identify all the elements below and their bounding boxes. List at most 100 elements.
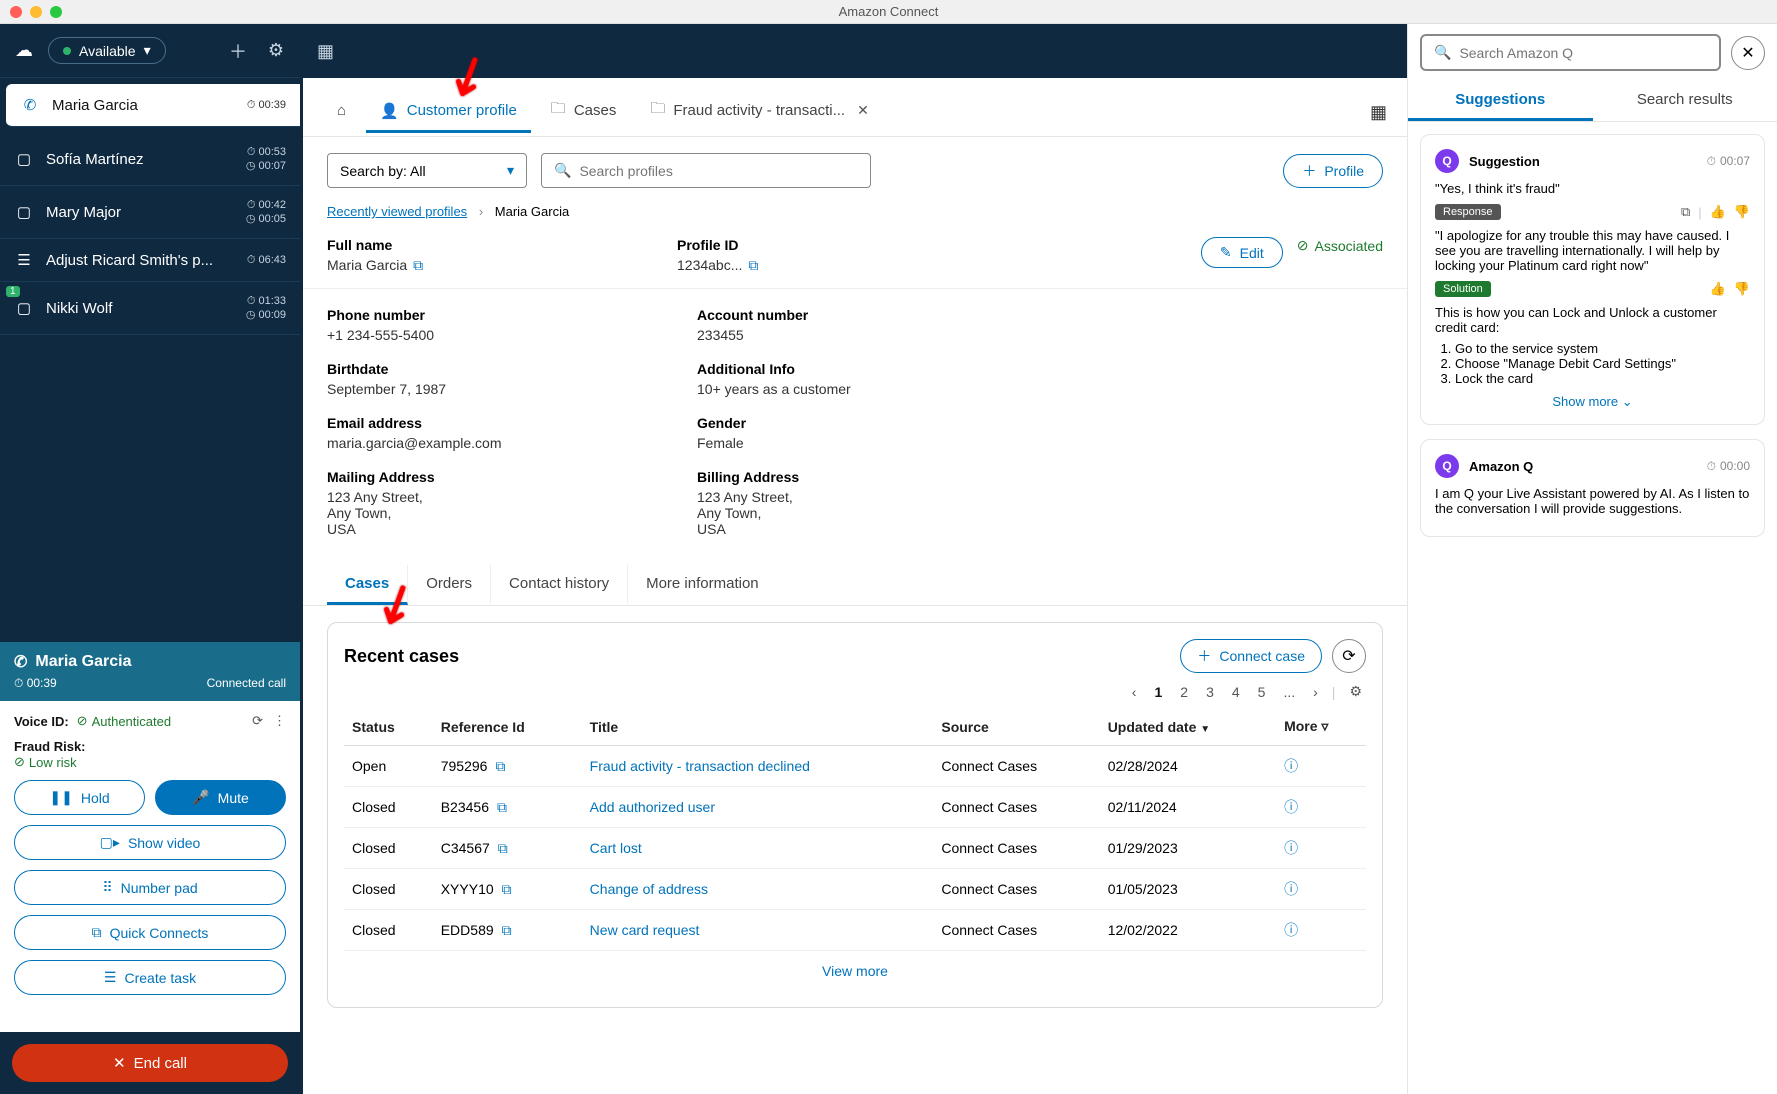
show-video-button[interactable]: ▢▸Show video: [14, 825, 286, 860]
col-title[interactable]: Title: [582, 708, 934, 746]
copy-icon[interactable]: ⧉: [413, 257, 423, 273]
copy-icon[interactable]: ⧉: [498, 840, 508, 857]
pencil-icon: ✎: [1220, 244, 1232, 261]
email-value: maria.garcia@example.com: [327, 435, 677, 451]
suggestion-title: Suggestion: [1469, 154, 1540, 169]
case-source: Connect Cases: [933, 869, 1099, 910]
briefcase-icon: 🗀: [551, 98, 566, 123]
more-vertical-icon[interactable]: ⋮: [273, 713, 286, 729]
copy-icon[interactable]: ⧉: [1681, 204, 1690, 220]
case-title-link[interactable]: New card request: [590, 922, 700, 938]
copy-icon[interactable]: ⧉: [748, 257, 758, 273]
table-row[interactable]: ClosedEDD589⧉New card requestConnect Cas…: [344, 910, 1366, 951]
info-icon[interactable]: ⓘ: [1284, 840, 1298, 856]
mic-icon: 🎤: [192, 789, 209, 806]
tab-customer-profile[interactable]: 👤Customer profile: [366, 92, 531, 133]
connect-case-button[interactable]: ＋Connect case: [1180, 639, 1322, 673]
fullname-label: Full name: [327, 237, 677, 253]
search-profiles-field[interactable]: 🔍: [541, 153, 871, 188]
case-title-link[interactable]: Add authorized user: [590, 799, 715, 815]
thumbs-up-icon[interactable]: 👍: [1710, 204, 1726, 220]
window-controls[interactable]: [10, 6, 62, 18]
q-tab-suggestions[interactable]: Suggestions: [1408, 81, 1593, 121]
zoom-window[interactable]: [50, 6, 62, 18]
subtab-contact-history[interactable]: Contact history: [491, 565, 628, 605]
show-more-link[interactable]: Show more ⌄: [1435, 394, 1750, 410]
contact-item-mary[interactable]: ▢ Mary Major ⏱ 00:42◷ 00:05: [0, 186, 300, 239]
info-icon[interactable]: ⓘ: [1284, 922, 1298, 938]
tab-fraud-activity[interactable]: 🗀Fraud activity - transacti...✕: [636, 88, 882, 136]
end-call-button[interactable]: ✕End call: [12, 1044, 288, 1082]
refresh-icon[interactable]: ⟳: [252, 713, 263, 729]
close-q-panel-button[interactable]: ✕: [1731, 36, 1765, 70]
q-tab-search-results[interactable]: Search results: [1593, 81, 1777, 121]
pager-ellipsis: ...: [1279, 682, 1299, 702]
reload-cases-button[interactable]: ⟳: [1332, 639, 1366, 673]
addl-label: Additional Info: [697, 361, 1383, 377]
pager-3[interactable]: 3: [1202, 682, 1218, 702]
amazon-q-search-input[interactable]: [1459, 45, 1707, 61]
contact-item-sofia[interactable]: ▢ Sofía Martínez ⏱ 00:53◷ 00:07: [0, 133, 300, 186]
cases-pager: ‹ 1 2 3 4 5 ... › | ⚙: [344, 681, 1366, 702]
case-title-link[interactable]: Fraud activity - transaction declined: [590, 758, 810, 774]
pager-4[interactable]: 4: [1228, 682, 1244, 702]
search-by-dropdown[interactable]: Search by: All▾: [327, 153, 527, 188]
mute-button[interactable]: 🎤Mute: [155, 780, 286, 815]
col-updated[interactable]: Updated date ▼: [1100, 708, 1276, 746]
col-source[interactable]: Source: [933, 708, 1099, 746]
thumbs-up-icon[interactable]: 👍: [1710, 281, 1726, 297]
quick-connects-button[interactable]: ⧉Quick Connects: [14, 915, 286, 950]
subtab-orders[interactable]: Orders: [408, 565, 491, 605]
number-pad-button[interactable]: ⠿Number pad: [14, 870, 286, 905]
pager-2[interactable]: 2: [1176, 682, 1192, 702]
close-tab-icon[interactable]: ✕: [857, 102, 869, 119]
col-ref[interactable]: Reference Id: [433, 708, 582, 746]
main-content: ▦ ⌂ 👤Customer profile 🗀Cases 🗀Fraud acti…: [300, 24, 1407, 1094]
subtab-more-info[interactable]: More information: [628, 565, 777, 605]
pager-next[interactable]: ›: [1309, 682, 1322, 702]
view-more-cases-link[interactable]: View more: [344, 951, 1366, 991]
add-profile-button[interactable]: ＋Profile: [1283, 154, 1383, 188]
table-row[interactable]: ClosedB23456⧉Add authorized userConnect …: [344, 787, 1366, 828]
table-settings-icon[interactable]: ⚙: [1345, 681, 1366, 702]
contact-item-maria[interactable]: ✆ Maria Garcia ⏱ 00:39: [6, 84, 300, 127]
copy-icon[interactable]: ⧉: [502, 922, 512, 939]
pager-5[interactable]: 5: [1254, 682, 1270, 702]
copy-icon[interactable]: ⧉: [495, 758, 505, 775]
copy-icon[interactable]: ⧉: [502, 881, 512, 898]
case-title-link[interactable]: Cart lost: [590, 840, 642, 856]
table-row[interactable]: ClosedXYYY10⧉Change of addressConnect Ca…: [344, 869, 1366, 910]
pager-prev[interactable]: ‹: [1128, 682, 1141, 702]
subtab-cases[interactable]: Cases: [327, 565, 408, 605]
contact-item-ricard[interactable]: ☰ Adjust Ricard Smith's p... ⏱ 06:43: [0, 239, 300, 282]
pager-1[interactable]: 1: [1150, 682, 1166, 702]
search-profiles-input[interactable]: [579, 163, 858, 179]
col-status[interactable]: Status: [344, 708, 433, 746]
edit-profile-button[interactable]: ✎Edit: [1201, 237, 1283, 268]
case-title-link[interactable]: Change of address: [590, 881, 708, 897]
add-icon[interactable]: ＋: [224, 37, 252, 65]
tab-cases[interactable]: 🗀Cases: [537, 88, 631, 136]
settings-gear-icon[interactable]: ⚙: [262, 37, 290, 65]
table-row[interactable]: Open795296⧉Fraud activity - transaction …: [344, 746, 1366, 787]
agent-status-dropdown[interactable]: Available ▾: [48, 37, 166, 64]
create-task-button[interactable]: ☰Create task: [14, 960, 286, 995]
col-more[interactable]: More ▿: [1276, 708, 1366, 746]
minimize-window[interactable]: [30, 6, 42, 18]
contact-item-nikki[interactable]: 1 ▢ Nikki Wolf ⏱ 01:33◷ 00:09: [0, 282, 300, 335]
breadcrumb-recent-link[interactable]: Recently viewed profiles: [327, 204, 467, 219]
hold-button[interactable]: ❚❚Hold: [14, 780, 145, 815]
calendar-icon[interactable]: ▦: [317, 41, 334, 62]
info-icon[interactable]: ⓘ: [1284, 881, 1298, 897]
info-icon[interactable]: ⓘ: [1284, 758, 1298, 774]
amazon-q-search-field[interactable]: 🔍: [1420, 34, 1721, 71]
thumbs-down-icon[interactable]: 👎: [1734, 281, 1750, 297]
copy-icon[interactable]: ⧉: [497, 799, 507, 816]
breadcrumb: Recently viewed profiles › Maria Garcia: [303, 204, 1407, 219]
table-row[interactable]: ClosedC34567⧉Cart lostConnect Cases01/29…: [344, 828, 1366, 869]
tab-home[interactable]: ⌂: [323, 92, 360, 132]
apps-grid-icon[interactable]: ▦: [1370, 102, 1387, 123]
thumbs-down-icon[interactable]: 👎: [1734, 204, 1750, 220]
info-icon[interactable]: ⓘ: [1284, 799, 1298, 815]
close-window[interactable]: [10, 6, 22, 18]
